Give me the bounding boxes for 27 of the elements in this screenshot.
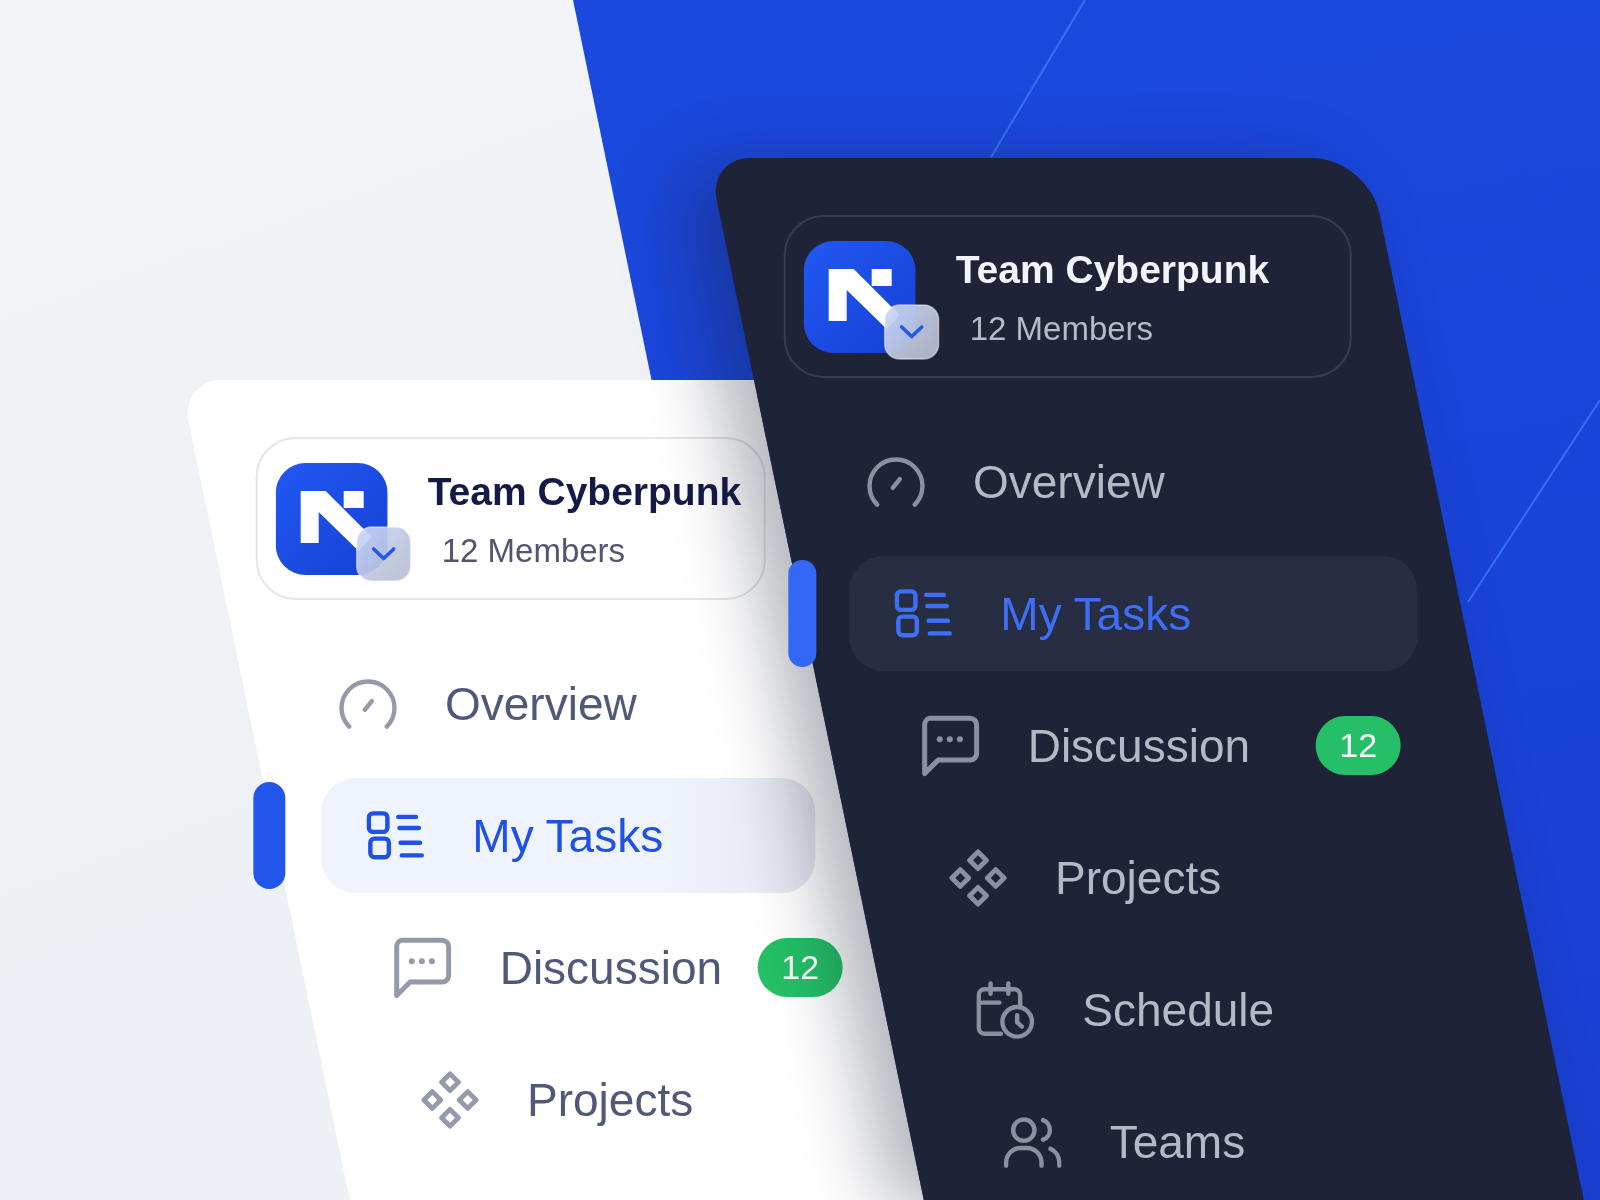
nav-item[interactable]: Schedule <box>931 952 1500 1067</box>
team-switcher[interactable]: Team Cyberpunk 12 Members <box>783 215 1352 378</box>
team-switcher[interactable]: Team Cyberpunk 12 Members <box>255 437 766 600</box>
checklist-icon <box>366 810 425 861</box>
nav-item[interactable]: Discussion 12 <box>348 910 843 1025</box>
gauge-icon <box>867 456 925 507</box>
chat-bubble-icon <box>393 936 452 999</box>
nav-item[interactable]: Overview <box>822 424 1390 539</box>
count-badge: 12 <box>757 938 843 997</box>
chevron-down-icon[interactable] <box>883 304 940 360</box>
nav-item[interactable]: Projects <box>904 820 1472 935</box>
member-count: 12 Members <box>441 531 626 571</box>
diamond-grid-icon <box>421 1070 479 1129</box>
users-icon <box>1003 1115 1062 1168</box>
chat-bubble-icon <box>921 714 980 777</box>
member-count: 12 Members <box>969 309 1154 349</box>
team-name: Team Cyberpunk <box>955 247 1270 293</box>
nav-item[interactable]: Overview <box>294 646 788 761</box>
gauge-icon <box>339 678 397 729</box>
team-name: Team Cyberpunk <box>427 469 742 515</box>
calendar-clock-icon <box>976 980 1035 1039</box>
count-badge: 12 <box>1315 716 1401 775</box>
diamond-grid-icon <box>949 848 1007 907</box>
nav-item[interactable]: Discussion 12 <box>876 688 1445 803</box>
checklist-icon <box>894 588 953 639</box>
nav-item[interactable]: Projects <box>376 1042 870 1157</box>
nav-item[interactable]: Teams <box>958 1084 1527 1199</box>
